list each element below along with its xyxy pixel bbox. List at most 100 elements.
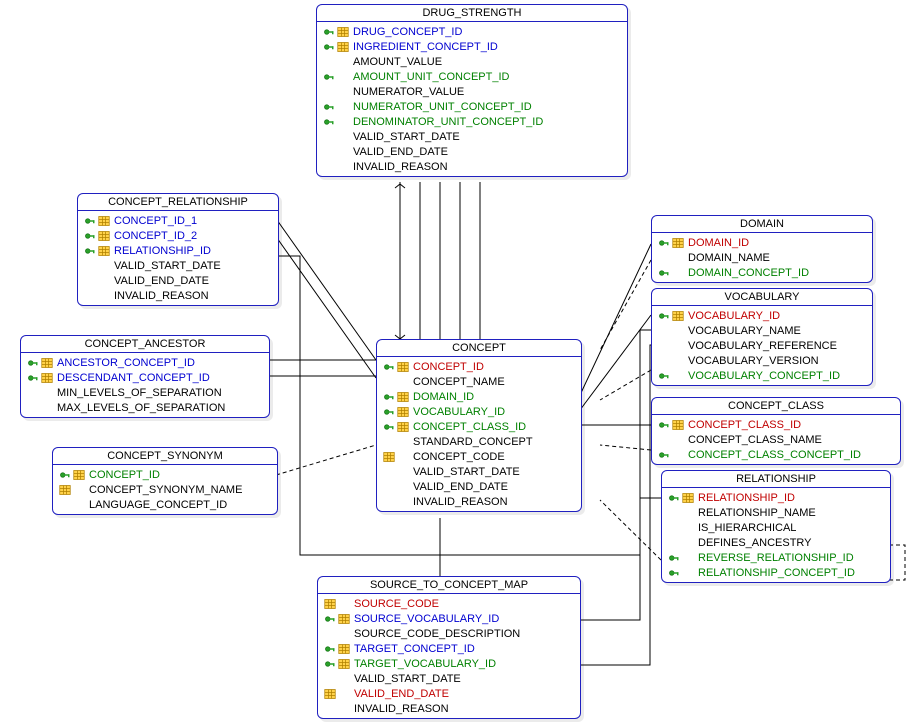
column-row[interactable]: IS_HIERARCHICAL [662,520,890,535]
column-name: VOCABULARY_CONCEPT_ID [688,370,840,382]
column-row[interactable]: CONCEPT_CLASS_ID [377,419,581,434]
grid-icon [98,245,110,257]
column-row[interactable]: INVALID_REASON [318,701,580,716]
column-row[interactable]: VOCABULARY_REFERENCE [652,338,872,353]
key-icon [324,643,336,655]
table-concept-synonym[interactable]: CONCEPT_SYNONYM CONCEPT_IDCONCEPT_SYNONYM… [52,447,278,515]
table-drug-strength[interactable]: DRUG_STRENGTHDRUG_CONCEPT_IDINGREDIENT_C… [316,4,628,177]
column-name: CONCEPT_ID [413,361,484,373]
column-row[interactable]: VALID_START_DATE [317,129,627,144]
grid-icon [682,492,694,504]
column-name: VALID_START_DATE [114,260,221,272]
key-icon [59,469,71,481]
column-row[interactable]: ANCESTOR_CONCEPT_ID [21,355,269,370]
column-row[interactable]: SOURCE_VOCABULARY_ID [318,611,580,626]
column-row[interactable]: CONCEPT_CLASS_ID [652,417,900,432]
column-row[interactable]: STANDARD_CONCEPT [377,434,581,449]
column-name: VOCABULARY_REFERENCE [688,340,837,352]
column-row[interactable]: INGREDIENT_CONCEPT_ID [317,39,627,54]
column-row[interactable]: DESCENDANT_CONCEPT_ID [21,370,269,385]
column-name: AMOUNT_UNIT_CONCEPT_ID [353,71,509,83]
column-row[interactable]: RELATIONSHIP_NAME [662,505,890,520]
column-row[interactable]: CONCEPT_SYNONYM_NAME [53,482,277,497]
column-row[interactable]: CONCEPT_CODE [377,449,581,464]
column-row[interactable]: VOCABULARY_VERSION [652,353,872,368]
column-row[interactable]: CONCEPT_ID_2 [78,228,278,243]
table-concept-class[interactable]: CONCEPT_CLASSCONCEPT_CLASS_IDCONCEPT_CLA… [651,397,901,465]
column-row[interactable]: CONCEPT_ID_1 [78,213,278,228]
column-name: DENOMINATOR_UNIT_CONCEPT_ID [353,116,543,128]
table-concept-relationship[interactable]: CONCEPT_RELATIONSHIP CONCEPT_ID_1CONCEPT_… [77,193,279,306]
column-row[interactable]: DOMAIN_ID [377,389,581,404]
key-icon [323,116,335,128]
column-row[interactable]: INVALID_REASON [377,494,581,509]
column-row[interactable]: DOMAIN_NAME [652,250,872,265]
column-row[interactable]: VALID_END_DATE [317,144,627,159]
table-title: CONCEPT_RELATIONSHIP [78,194,278,211]
table-concept[interactable]: CONCEPT CONCEPT_ID CONCEPT_NAMEDOMAIN_IDVO… [376,339,582,512]
column-name: VALID_END_DATE [353,146,448,158]
column-row[interactable]: NUMERATOR_UNIT_CONCEPT_ID [317,99,627,114]
table-title: CONCEPT [377,340,581,357]
grid-icon [324,598,336,610]
grid-icon [98,215,110,227]
column-name: RELATIONSHIP_CONCEPT_ID [698,567,855,579]
column-name: CONCEPT_CLASS_NAME [688,434,822,446]
column-name: INGREDIENT_CONCEPT_ID [353,41,498,53]
column-row[interactable]: DENOMINATOR_UNIT_CONCEPT_ID [317,114,627,129]
key-icon [84,245,96,257]
key-icon [658,267,670,279]
column-name: TARGET_VOCABULARY_ID [354,658,496,670]
column-row[interactable]: CONCEPT_NAME [377,374,581,389]
column-row[interactable]: VOCABULARY_ID [652,308,872,323]
column-row[interactable]: DOMAIN_CONCEPT_ID [652,265,872,280]
column-row[interactable]: VALID_START_DATE [318,671,580,686]
column-row[interactable]: DRUG_CONCEPT_ID [317,24,627,39]
column-row[interactable]: VALID_END_DATE [318,686,580,701]
column-row[interactable]: NUMERATOR_VALUE [317,84,627,99]
column-row[interactable]: VOCABULARY_NAME [652,323,872,338]
table-source-to-concept-map[interactable]: SOURCE_TO_CONCEPT_MAPSOURCE_CODESOURCE_V… [317,576,581,719]
table-relationship[interactable]: RELATIONSHIPRELATIONSHIP_IDRELATIONSHIP_… [661,470,891,583]
column-row[interactable]: LANGUAGE_CONCEPT_ID [53,497,277,512]
column-row[interactable]: CONCEPT_ID [53,467,277,482]
column-name: AMOUNT_VALUE [353,56,442,68]
table-domain[interactable]: DOMAINDOMAIN_IDDOMAIN_NAMEDOMAIN_CONCEPT… [651,215,873,283]
column-row[interactable]: REVERSE_RELATIONSHIP_ID [662,550,890,565]
column-row[interactable]: SOURCE_CODE [318,596,580,611]
column-row[interactable]: DOMAIN_ID [652,235,872,250]
table-title: CONCEPT_SYNONYM [53,448,277,465]
column-row[interactable]: VALID_END_DATE [377,479,581,494]
column-row[interactable]: INVALID_REASON [317,159,627,174]
column-row[interactable]: CONCEPT_CLASS_NAME [652,432,900,447]
grid-icon [41,357,53,369]
column-row[interactable]: RELATIONSHIP_ID [662,490,890,505]
column-row[interactable]: DEFINES_ANCESTRY [662,535,890,550]
table-vocabulary[interactable]: VOCABULARYVOCABULARY_IDVOCABULARY_NAMEVO… [651,288,873,386]
column-row[interactable]: AMOUNT_UNIT_CONCEPT_ID [317,69,627,84]
column-row[interactable]: TARGET_VOCABULARY_ID [318,656,580,671]
column-row[interactable]: CONCEPT_ID [377,359,581,374]
grid-icon [337,26,349,38]
column-name: VOCABULARY_NAME [688,325,801,337]
column-row[interactable]: MAX_LEVELS_OF_SEPARATION [21,400,269,415]
column-row[interactable]: VALID_END_DATE [78,273,278,288]
column-row[interactable]: VALID_START_DATE [78,258,278,273]
column-row[interactable]: RELATIONSHIP_CONCEPT_ID [662,565,890,580]
column-row[interactable]: VOCABULARY_ID [377,404,581,419]
column-row[interactable]: SOURCE_CODE_DESCRIPTION [318,626,580,641]
column-row[interactable]: AMOUNT_VALUE [317,54,627,69]
column-row[interactable]: INVALID_REASON [78,288,278,303]
column-row[interactable]: CONCEPT_CLASS_CONCEPT_ID [652,447,900,462]
key-icon [324,658,336,670]
column-name: DOMAIN_NAME [688,252,770,264]
table-concept-ancestor[interactable]: CONCEPT_ANCESTORANCESTOR_CONCEPT_IDDESCE… [20,335,270,418]
column-name: CONCEPT_CLASS_CONCEPT_ID [688,449,861,461]
column-row[interactable]: VALID_START_DATE [377,464,581,479]
key-icon [84,230,96,242]
column-row[interactable]: MIN_LEVELS_OF_SEPARATION [21,385,269,400]
column-row[interactable]: TARGET_CONCEPT_ID [318,641,580,656]
column-row[interactable]: RELATIONSHIP_ID [78,243,278,258]
column-name: CONCEPT_NAME [413,376,505,388]
column-row[interactable]: VOCABULARY_CONCEPT_ID [652,368,872,383]
